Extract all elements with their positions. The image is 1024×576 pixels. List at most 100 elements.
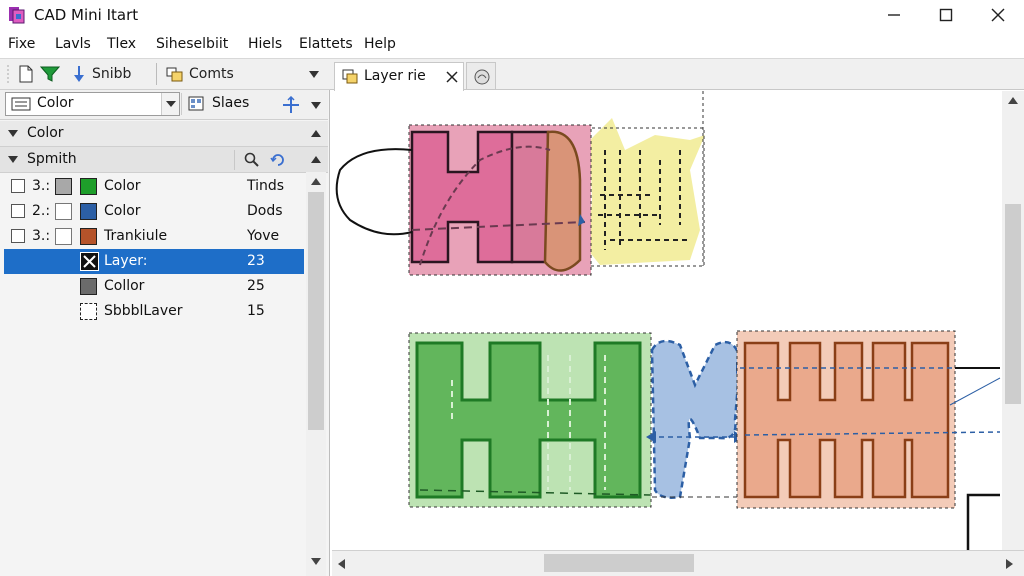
tab-close-icon[interactable] <box>446 71 458 83</box>
layer-name: Color <box>104 178 141 194</box>
canvas-vscroll[interactable] <box>1002 91 1024 550</box>
collapse-up-icon[interactable] <box>311 156 321 164</box>
maximize-icon <box>939 8 953 22</box>
menu-file[interactable]: Fixe <box>8 36 35 52</box>
menu-help[interactable]: Help <box>364 36 396 52</box>
layer-value: 15 <box>247 303 265 319</box>
snap-button[interactable]: Snibb <box>92 66 131 82</box>
layer-row[interactable]: Collor 25 <box>4 274 304 299</box>
layer-color-swatch[interactable] <box>80 228 97 245</box>
panel-scrollbar[interactable] <box>306 172 326 576</box>
comments-icon <box>166 67 183 82</box>
section-smith-header[interactable]: Spmith <box>0 147 328 173</box>
comments-button[interactable]: Comts <box>189 66 234 82</box>
menu-palettes[interactable]: Elattets <box>299 36 353 52</box>
new-tab-button[interactable] <box>466 62 496 90</box>
menu-layers[interactable]: Lavls <box>55 36 91 52</box>
scroll-up-arrow-icon[interactable] <box>1008 97 1018 105</box>
panel-scroll-thumb[interactable] <box>308 192 324 430</box>
scroll-left-arrow-icon[interactable] <box>338 559 346 569</box>
refresh-icon[interactable] <box>270 152 286 168</box>
canvas-vscroll-thumb[interactable] <box>1005 204 1021 404</box>
chevron-down-icon <box>166 101 176 107</box>
layer-lock-swatch[interactable] <box>55 228 72 245</box>
minimize-icon <box>888 14 900 16</box>
color-combo-value: Color <box>37 95 74 111</box>
canvas-hscroll[interactable] <box>332 550 1024 576</box>
panel-toolbar: Color Slaes <box>0 90 328 120</box>
orange-letters[interactable] <box>743 341 950 499</box>
scroll-up-arrow-icon[interactable] <box>311 178 321 186</box>
color-combo[interactable]: Color <box>5 92 180 116</box>
color-combo-icon <box>11 97 31 111</box>
layer-name: Trankiule <box>104 228 168 244</box>
canvas-hscroll-thumb[interactable] <box>544 554 694 572</box>
collapse-icon <box>8 130 18 137</box>
tab-layer[interactable]: Layer rie <box>334 62 464 91</box>
section-smith-title: Spmith <box>27 151 77 167</box>
layer-lock-swatch[interactable] <box>55 203 72 220</box>
layer-name: Collor <box>104 278 145 294</box>
panel-menu-icon[interactable] <box>311 102 321 110</box>
drawing-canvas[interactable] <box>332 91 1002 550</box>
menu-selection[interactable]: Siheselbiit <box>156 36 228 52</box>
tab-bar: Layer rie <box>330 58 1024 91</box>
layer-number: 2.: <box>32 203 51 219</box>
maximize-button[interactable] <box>920 0 972 30</box>
section-color-header[interactable]: Color <box>0 121 328 147</box>
snap-icon <box>74 66 84 82</box>
layer-checkbox[interactable] <box>11 229 25 243</box>
layer-name: SbbblLaver <box>104 303 183 319</box>
layer-number: 3.: <box>32 178 51 194</box>
layer-lock-swatch[interactable] <box>55 178 72 195</box>
orange-letter[interactable] <box>543 130 582 272</box>
close-button[interactable] <box>972 0 1024 30</box>
menu-tools[interactable]: Tlex <box>107 36 136 52</box>
loop-curve[interactable] <box>335 148 413 236</box>
layers-panel: Color Slaes Color Spmith 3.: Color Tinds <box>0 90 330 576</box>
minimize-button[interactable] <box>868 0 920 30</box>
layer-color-swatch[interactable] <box>80 203 97 220</box>
layer-row[interactable]: 3.: Color Tinds <box>4 174 304 199</box>
scroll-up-icon[interactable] <box>311 130 321 138</box>
grip-icon <box>7 65 9 83</box>
sheets-icon <box>188 96 204 111</box>
orange-diagonal <box>949 377 1001 406</box>
section-color-title: Color <box>27 125 64 141</box>
layer-color-swatch[interactable] <box>80 303 97 320</box>
layer-value: 23 <box>247 253 265 269</box>
layer-checkbox[interactable] <box>11 179 25 193</box>
sheets-button[interactable]: Slaes <box>212 95 249 111</box>
layer-visibility-icon[interactable] <box>80 252 99 271</box>
drawing-svg[interactable] <box>332 91 1002 550</box>
filter-icon[interactable] <box>40 66 60 82</box>
toolbar-dropdown-icon[interactable] <box>309 71 319 79</box>
new-tab-icon <box>474 69 490 85</box>
new-document-icon[interactable] <box>18 65 34 83</box>
move-layer-icon[interactable] <box>282 96 300 114</box>
combo-dropdown-button[interactable] <box>161 93 179 115</box>
layer-color-swatch[interactable] <box>80 278 97 295</box>
black-corner <box>966 493 1000 550</box>
green-letters[interactable] <box>415 341 642 499</box>
layer-color-swatch[interactable] <box>80 178 97 195</box>
search-icon[interactable] <box>244 152 260 168</box>
title-bar: CAD Mini Itart <box>0 0 1024 32</box>
layer-row[interactable]: 3.: Trankiule Yove <box>4 224 304 249</box>
layer-tab-icon <box>342 69 358 84</box>
layer-name: Layer: <box>104 253 148 269</box>
pink-letter-2 <box>510 130 550 264</box>
scroll-down-arrow-icon[interactable] <box>311 558 321 566</box>
menu-fields[interactable]: Hiels <box>248 36 282 52</box>
header-separator <box>234 150 235 170</box>
layer-checkbox[interactable] <box>11 204 25 218</box>
layer-row-selected[interactable]: Layer: 23 <box>4 249 304 274</box>
layer-value: Dods <box>247 203 283 219</box>
main-toolbar: Snibb Comts <box>0 58 330 90</box>
tab-layer-label: Layer rie <box>364 68 426 84</box>
scroll-right-arrow-icon[interactable] <box>1006 559 1014 569</box>
layer-row[interactable]: 2.: Color Dods <box>4 199 304 224</box>
blue-shape[interactable] <box>650 339 742 499</box>
layer-name: Color <box>104 203 141 219</box>
layer-row[interactable]: SbbblLaver 15 <box>4 299 304 324</box>
